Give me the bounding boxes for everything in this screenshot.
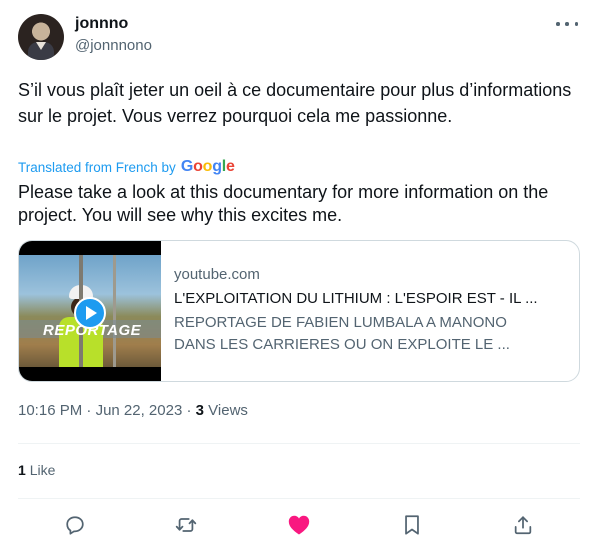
likes-summary[interactable]: 1 Like — [18, 462, 55, 478]
tweet-header: jonnno @jonnnono — [18, 14, 580, 60]
bookmark-icon[interactable] — [399, 512, 425, 538]
likes-label: Like — [29, 462, 56, 478]
tweet-text: S’il vous plaît jeter un oeil à ce docum… — [18, 80, 572, 126]
tweet-meta: 10:16 PM · Jun 22, 2023 · 3 Views — [18, 402, 248, 419]
likes-count: 1 — [18, 462, 26, 478]
action-bar — [62, 512, 538, 538]
author-handle[interactable]: @jonnnono — [75, 37, 152, 54]
author-display-name[interactable]: jonnno — [75, 15, 128, 33]
link-card[interactable]: REPORTAGE youtube.com L'EXPLOITATION DU … — [18, 240, 580, 382]
retweet-icon[interactable] — [173, 512, 199, 538]
views-label: Views — [208, 402, 248, 419]
reply-icon[interactable] — [62, 512, 88, 538]
tweet-date[interactable]: Jun 22, 2023 — [96, 402, 183, 419]
divider — [18, 498, 580, 499]
translated-from-label: Translated from French by — [18, 159, 176, 175]
more-icon[interactable] — [556, 16, 578, 32]
google-logo: Google — [180, 158, 235, 175]
video-thumbnail[interactable]: REPORTAGE — [19, 241, 161, 381]
translation-attribution[interactable]: Translated from French by Google — [18, 157, 235, 177]
share-icon[interactable] — [510, 512, 536, 538]
views-count: 3 — [195, 402, 204, 419]
heart-filled-icon[interactable] — [286, 512, 312, 538]
card-description-line: DANS LES CARRIERES OU ON EXPLOITE LE ... — [174, 336, 510, 353]
tweet-time[interactable]: 10:16 PM — [18, 402, 82, 419]
tweet-translation: Please take a look at this documentary f… — [18, 182, 549, 225]
card-description: REPORTAGE DE FABIEN LUMBALA A MANONO DAN… — [174, 312, 569, 356]
divider — [18, 443, 580, 444]
avatar[interactable] — [18, 14, 64, 60]
card-domain: youtube.com — [174, 266, 260, 283]
card-title[interactable]: L'EXPLOITATION DU LITHIUM : L'ESPOIR EST… — [174, 289, 569, 309]
play-icon[interactable] — [74, 297, 106, 329]
meta-separator: · — [186, 402, 192, 419]
meta-separator: · — [86, 402, 92, 419]
card-description-line: REPORTAGE DE FABIEN LUMBALA A MANONO — [174, 314, 507, 331]
